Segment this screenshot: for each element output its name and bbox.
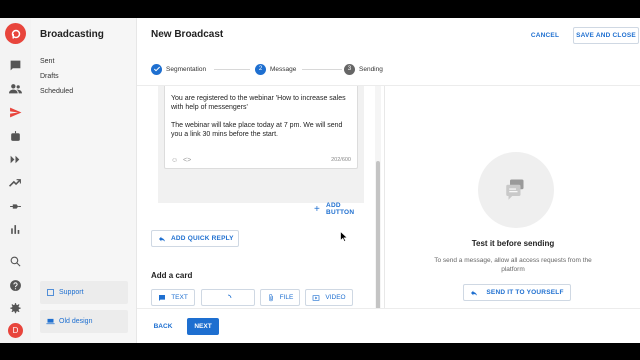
attachment-icon (268, 293, 273, 301)
icon-rail: D (0, 18, 31, 343)
support-icon (47, 289, 54, 296)
card-video-label: VIDEO (325, 294, 346, 301)
check-icon (151, 63, 162, 75)
chat-icon[interactable] (8, 58, 23, 73)
old-design-label: Old design (59, 318, 93, 325)
reply-icon (471, 290, 478, 296)
sidebar-item-sent[interactable]: Sent (40, 58, 54, 65)
step-label: Sending (359, 65, 383, 73)
add-button-button[interactable]: + ADD BUTTON (314, 202, 364, 216)
integrations-icon[interactable] (8, 199, 23, 214)
save-and-close-button[interactable]: SAVE AND CLOSE (573, 27, 639, 44)
message-editor: You are registered to the webinar 'How t… (137, 86, 384, 308)
add-quick-reply-button[interactable]: ADD QUICK REPLY (151, 230, 239, 247)
preview-title: Test it before sending (471, 239, 555, 248)
logo-icon (11, 29, 20, 38)
preview-description: To send a message, allow all access requ… (434, 257, 592, 273)
scrollbar-thumb[interactable] (376, 161, 380, 325)
help-icon[interactable] (8, 278, 23, 293)
old-design-button[interactable]: Old design (40, 310, 128, 333)
mouse-cursor-icon (340, 231, 348, 242)
plus-icon: + (314, 203, 321, 215)
support-label: Support (59, 289, 84, 296)
message-block: You are registered to the webinar 'How t… (158, 86, 364, 216)
footer-bar: BACK NEXT (137, 308, 640, 343)
card-image-button[interactable] (201, 289, 255, 306)
flows-icon[interactable] (8, 152, 23, 167)
add-card-title: Add a card (151, 271, 193, 280)
cancel-button[interactable]: CANCEL (527, 27, 563, 44)
char-count: 202/600 (331, 157, 351, 163)
growth-icon[interactable] (8, 176, 23, 191)
app-logo[interactable] (5, 23, 26, 44)
card-text-button[interactable]: TEXT (151, 289, 195, 306)
sidebar-item-scheduled[interactable]: Scheduled (40, 88, 73, 95)
app-window: D Broadcasting Sent Drafts Scheduled Sup… (0, 18, 640, 343)
message-preview-icon (478, 152, 554, 228)
step-segmentation[interactable]: Segmentation (151, 63, 206, 75)
message-line: You are registered to the webinar 'How t… (171, 95, 346, 111)
audience-icon[interactable] (8, 81, 23, 96)
message-text-input[interactable]: You are registered to the webinar 'How t… (164, 86, 358, 169)
back-button[interactable]: BACK (149, 318, 177, 335)
add-button-label: ADD BUTTON (326, 202, 355, 216)
section-title: Broadcasting (40, 29, 104, 40)
step-label: Segmentation (166, 65, 207, 73)
video-icon (313, 294, 320, 301)
bot-icon[interactable] (8, 129, 23, 144)
support-button[interactable]: Support (40, 281, 128, 304)
step-number: 3 (344, 63, 355, 75)
preview-panel: Test it before sending To send a message… (384, 86, 640, 328)
emoji-icon[interactable]: ☺ (171, 157, 178, 164)
code-icon[interactable]: <> (183, 157, 191, 164)
card-file-button[interactable]: FILE (260, 289, 300, 306)
message-line: The webinar will take place today at 7 p… (171, 122, 343, 138)
page-title: New Broadcast (151, 29, 224, 40)
card-text-label: TEXT (171, 294, 188, 301)
send-to-yourself-button[interactable]: SEND IT TO YOURSELF (463, 284, 571, 301)
step-label: Message (270, 65, 297, 73)
section-sidebar: Broadcasting Sent Drafts Scheduled Suppo… (31, 18, 137, 343)
avatar[interactable]: D (8, 323, 23, 338)
stepper-line (214, 69, 250, 70)
sidebar-item-drafts[interactable]: Drafts (40, 73, 59, 80)
send-to-yourself-label: SEND IT TO YOURSELF (486, 289, 564, 296)
send-icon[interactable] (8, 105, 23, 120)
quick-reply-label: ADD QUICK REPLY (171, 235, 234, 242)
stepper-line (302, 69, 342, 70)
loading-spinner-icon (227, 294, 232, 298)
laptop-icon (46, 318, 55, 325)
step-number: 2 (255, 63, 266, 75)
search-icon[interactable] (8, 254, 23, 269)
editor-scrollbar[interactable] (375, 86, 381, 328)
analytics-icon[interactable] (8, 222, 23, 237)
step-sending[interactable]: 3 Sending (344, 63, 383, 75)
text-icon (159, 294, 166, 301)
card-file-label: FILE (279, 294, 294, 301)
settings-icon[interactable] (8, 301, 23, 316)
next-button[interactable]: NEXT (187, 318, 219, 335)
reply-icon (159, 236, 165, 242)
card-video-button[interactable]: VIDEO (305, 289, 353, 306)
step-message[interactable]: 2 Message (255, 63, 296, 75)
